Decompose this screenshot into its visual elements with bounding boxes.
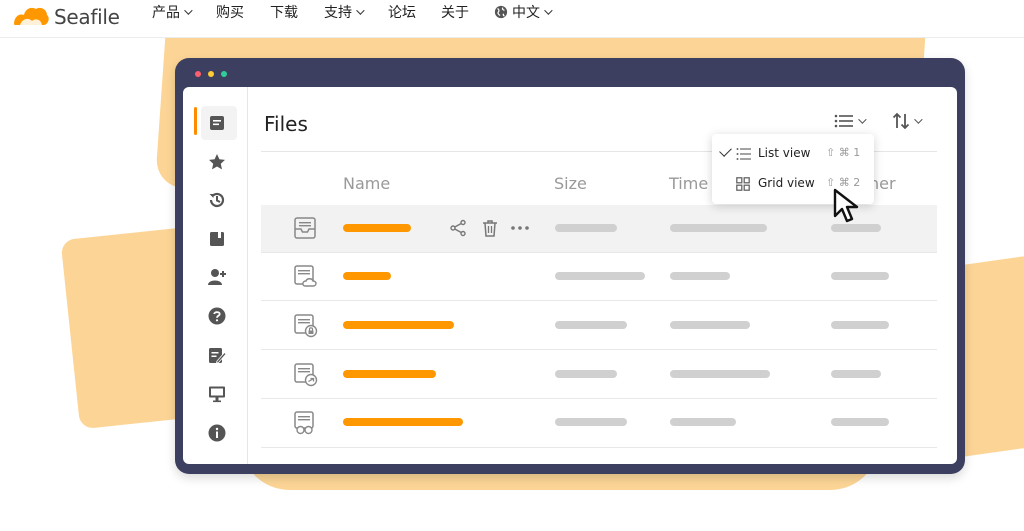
row-actions (449, 219, 531, 237)
list-view-icon (736, 148, 751, 160)
chevron-down-icon (544, 6, 553, 15)
sidebar-item-starred[interactable] (207, 152, 227, 172)
language-label: 中文 (512, 5, 540, 21)
sort-toggle[interactable] (892, 111, 923, 131)
file-size-bar (555, 224, 617, 232)
sidebar-item-devices[interactable] (207, 384, 227, 404)
window-maximize-dot[interactable] (221, 71, 227, 77)
file-size-bar (555, 272, 645, 280)
menu-item-label: Grid view (758, 176, 815, 190)
chevron-down-icon (356, 6, 365, 15)
file-time-bar (670, 272, 730, 280)
sidebar (183, 87, 248, 464)
column-header-time[interactable]: Time (669, 174, 708, 193)
locked-file-icon (294, 314, 318, 338)
window-close-dot[interactable] (195, 71, 201, 77)
top-navigation: Seafile 产品 购买 下载 支持 论坛 关于 中文 (0, 0, 1024, 38)
list-view-icon (834, 114, 853, 128)
file-owner-bar (831, 321, 889, 329)
file-time-bar (670, 224, 767, 232)
table-row[interactable] (261, 351, 937, 399)
file-owner-bar (831, 418, 889, 426)
nav-item-about[interactable]: 关于 (441, 3, 469, 21)
file-size-bar (555, 370, 617, 378)
file-size-bar (555, 321, 627, 329)
files-icon (210, 116, 224, 130)
nav-item-support[interactable]: 支持 (324, 3, 365, 21)
app-window: Files Name Size Time ner (175, 58, 965, 474)
chevron-down-icon (858, 115, 867, 124)
menu-item-label: List view (758, 146, 811, 160)
file-name-bar[interactable] (343, 418, 463, 426)
file-time-bar (670, 321, 750, 329)
file-name-bar[interactable] (343, 321, 454, 329)
shared-file-icon (294, 363, 318, 387)
monitor-icon (209, 386, 225, 403)
add-user-icon (208, 269, 226, 285)
seafile-logo-icon (14, 7, 49, 25)
inbox-file-icon (294, 217, 316, 239)
column-header-size[interactable]: Size (554, 174, 587, 193)
cloud-file-icon (294, 265, 317, 287)
table-row[interactable] (261, 302, 937, 350)
file-time-bar (670, 370, 770, 378)
edit-doc-icon (209, 348, 226, 364)
sort-icon (892, 112, 910, 130)
nav-item-forum[interactable]: 论坛 (388, 3, 416, 21)
library-icon (210, 232, 224, 246)
menu-item-shortcut: ⇧ ⌘ 1 (826, 146, 861, 159)
file-name-bar[interactable] (343, 224, 411, 232)
logo-text: Seafile (54, 5, 120, 29)
info-icon (208, 424, 226, 442)
file-owner-bar (831, 272, 889, 280)
nav-item-label: 支持 (324, 5, 352, 21)
view-mode-toggle[interactable] (834, 111, 867, 131)
nav-item-label: 关于 (441, 5, 469, 21)
nav-item-label: 论坛 (388, 5, 416, 21)
chevron-down-icon (914, 115, 923, 124)
menu-item-list-view[interactable]: List view ⇧ ⌘ 1 (712, 140, 874, 168)
grid-view-icon (736, 177, 750, 191)
globe-icon (494, 5, 508, 19)
group-file-icon (294, 411, 314, 435)
sidebar-item-libraries[interactable] (207, 229, 227, 249)
star-icon (209, 154, 225, 170)
nav-item-download[interactable]: 下载 (270, 3, 298, 21)
file-time-bar (670, 418, 736, 426)
sidebar-item-files[interactable] (207, 113, 227, 133)
share-icon[interactable] (449, 219, 467, 237)
trash-icon[interactable] (481, 219, 499, 237)
checkmark-icon (719, 144, 732, 157)
nav-item-product[interactable]: 产品 (152, 3, 193, 21)
sidebar-item-share-admin[interactable] (207, 267, 227, 287)
nav-item-buy[interactable]: 购买 (216, 3, 244, 21)
file-owner-bar (831, 370, 881, 378)
nav-item-label: 产品 (152, 5, 180, 21)
sidebar-item-activities[interactable] (207, 190, 227, 210)
window-minimize-dot[interactable] (208, 71, 214, 77)
column-header-name[interactable]: Name (343, 174, 390, 193)
seafile-logo[interactable]: Seafile (12, 3, 120, 31)
nav-item-label: 下载 (270, 5, 298, 21)
table-row[interactable] (261, 253, 937, 301)
help-icon (208, 307, 226, 325)
sidebar-item-about[interactable] (207, 423, 227, 443)
page-title: Files (264, 112, 308, 136)
table-row[interactable] (261, 399, 937, 446)
chevron-down-icon (184, 6, 193, 15)
file-size-bar (555, 418, 627, 426)
row-divider (261, 447, 937, 448)
language-selector[interactable]: 中文 (494, 3, 553, 21)
nav-item-label: 购买 (216, 5, 244, 21)
sidebar-active-indicator (194, 107, 197, 135)
history-icon (209, 192, 225, 208)
mouse-pointer-icon (833, 188, 859, 223)
more-icon[interactable] (509, 219, 531, 237)
file-name-bar[interactable] (343, 370, 436, 378)
sidebar-item-notes[interactable] (207, 345, 227, 365)
sidebar-item-help[interactable] (207, 306, 227, 326)
file-name-bar[interactable] (343, 272, 391, 280)
